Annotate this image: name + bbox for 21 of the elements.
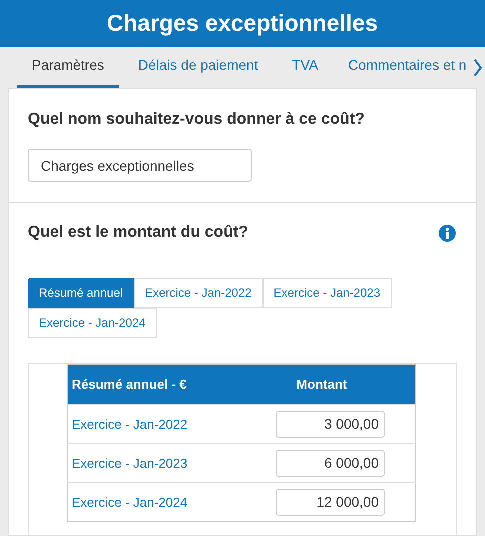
tab[interactable]: Délais de paiement — [119, 47, 278, 88]
question-text: Quel nom souhaitez-vous donner à ce coût? — [28, 111, 366, 129]
column-header: Montant — [228, 364, 416, 404]
period-link[interactable]: Exercice - Jan-2024 — [68, 482, 229, 522]
question-text: Quel est le montant du coût? — [28, 224, 248, 242]
page-title: Charges exceptionnelles — [107, 10, 378, 37]
period-tab[interactable]: Exercice - Jan-2023 — [262, 278, 392, 308]
period-tab[interactable]: Exercice - Jan-2022 — [134, 278, 263, 308]
period-link[interactable]: Exercice - Jan-2022 — [68, 404, 229, 444]
name-input-field[interactable]: Charges exceptionnelles — [28, 149, 252, 182]
chevron-right-icon[interactable] — [473, 59, 483, 77]
amount-input-field[interactable]: 12 000,00 — [276, 488, 385, 516]
column-header: Résumé annuel - € — [68, 364, 229, 404]
period-tab[interactable]: Résumé annuel — [28, 278, 134, 308]
info-icon[interactable] — [439, 224, 456, 242]
tab[interactable]: TVA — [277, 47, 334, 88]
amount-input-field[interactable]: 6 000,00 — [276, 450, 385, 476]
period-link[interactable]: Exercice - Jan-2023 — [68, 444, 229, 482]
amount-input-field[interactable]: 3 000,00 — [276, 410, 385, 438]
tab[interactable]: Commentaires et n — [333, 47, 472, 88]
period-tab[interactable]: Exercice - Jan-2024 — [28, 308, 157, 338]
